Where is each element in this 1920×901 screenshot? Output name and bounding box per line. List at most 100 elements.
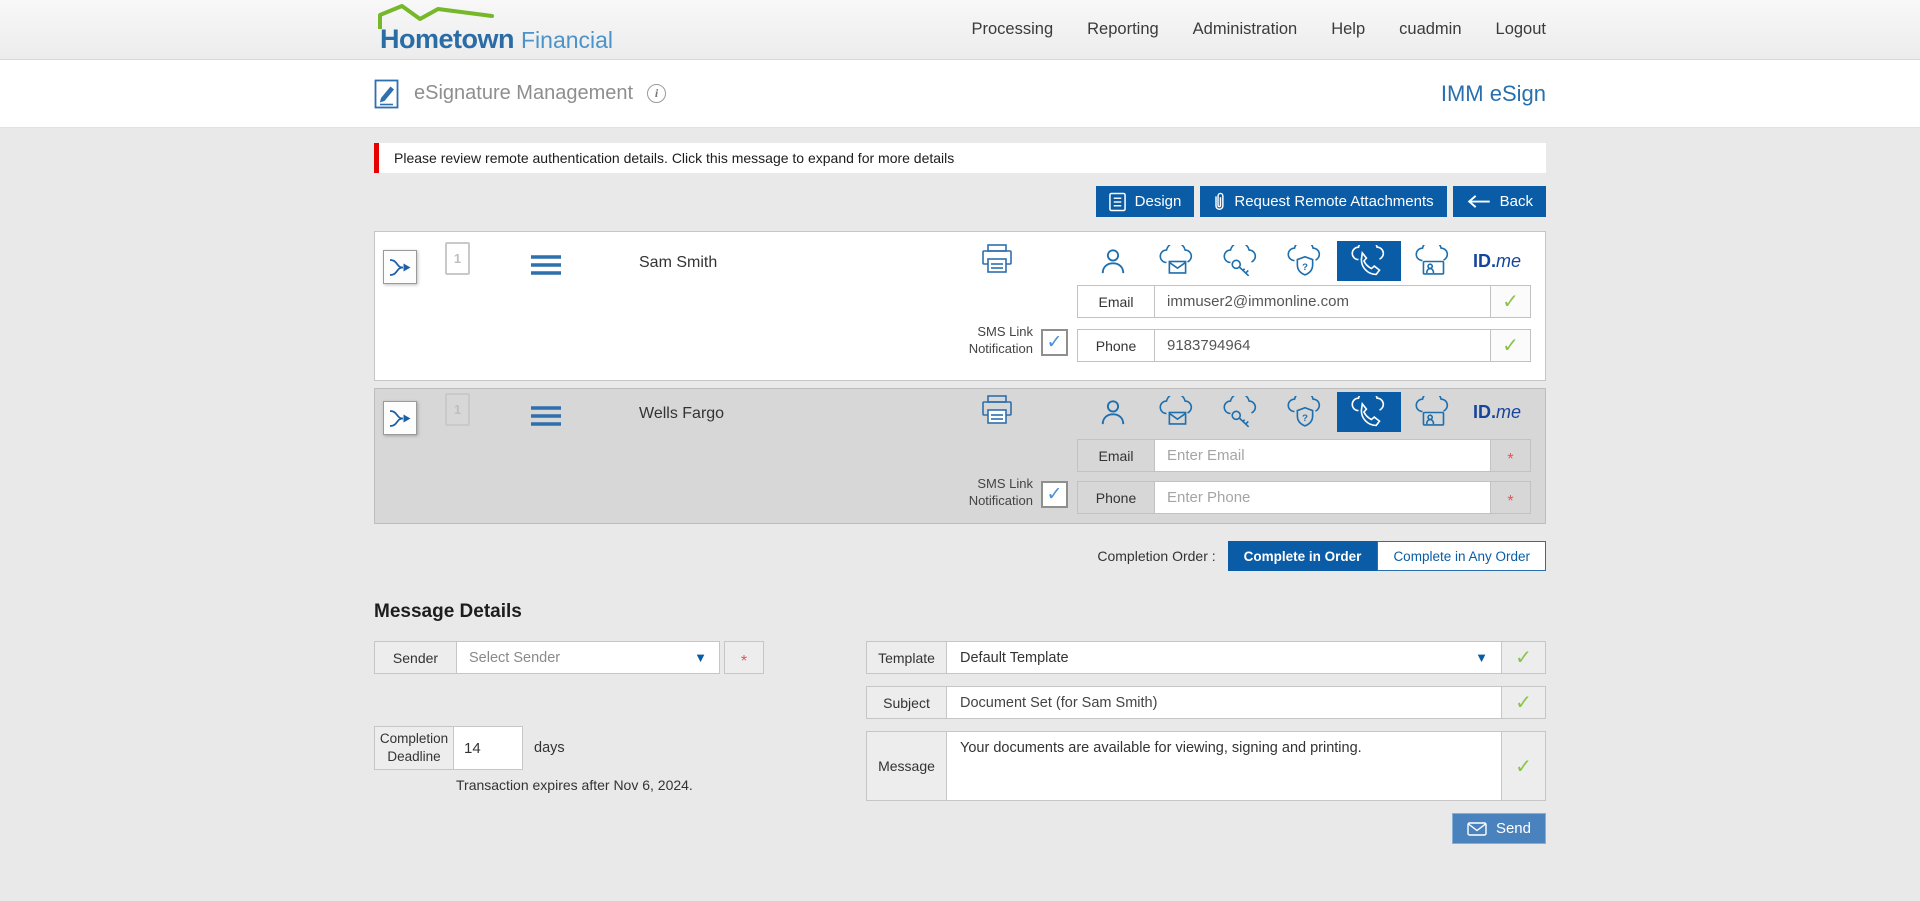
message-row: Message Your documents are available for…: [866, 731, 1546, 801]
completion-deadline-row: Completion Deadline days: [374, 726, 846, 770]
idme-bold: ID.: [1472, 250, 1496, 271]
info-icon[interactable]: i: [647, 84, 667, 103]
template-select[interactable]: Default Template ▼: [947, 642, 1501, 673]
message-textarea[interactable]: Your documents are available for viewing…: [947, 732, 1501, 800]
printer-icon[interactable]: [981, 244, 1013, 279]
request-remote-attachments-button[interactable]: Request Remote Attachments: [1200, 186, 1447, 217]
svg-text:?: ?: [1302, 413, 1308, 424]
subject-valid-status: ✓: [1501, 687, 1545, 718]
back-button[interactable]: Back: [1452, 186, 1546, 217]
template-row: Template Default Template ▼ ✓: [866, 641, 1546, 674]
recipient-name: Sam Smith: [639, 254, 718, 271]
nav-item-help[interactable]: Help: [1331, 20, 1365, 39]
sms-link-notification-label: SMS Link Notification: [968, 324, 1033, 356]
document-count: 1: [453, 251, 462, 266]
days-label: days: [534, 740, 565, 756]
phone-input[interactable]: [1155, 482, 1490, 513]
phone-label: Phone: [1078, 482, 1155, 513]
kba-auth-icon[interactable]: ?: [1273, 241, 1337, 281]
required-asterisk: *: [740, 652, 748, 670]
page-title: eSignature Management: [414, 82, 634, 104]
complete-in-order-button[interactable]: Complete in Order: [1227, 541, 1378, 571]
id-verification-icon[interactable]: [1401, 392, 1465, 432]
nav-links: Processing Reporting Administration Help…: [972, 20, 1547, 39]
kba-auth-icon[interactable]: ?: [1273, 392, 1337, 432]
design-button-label: Design: [1134, 193, 1182, 210]
password-auth-icon[interactable]: [1209, 392, 1273, 432]
auth-method-toolbar: ? ID.me: [1081, 241, 1529, 281]
document-count-icon: 1: [445, 393, 470, 426]
merge-recipient-button[interactable]: [383, 401, 417, 435]
reorder-handle-icon[interactable]: [531, 254, 561, 281]
required-asterisk: *: [1507, 492, 1514, 510]
recipient-panel-sam-smith: 1 Sam Smith ? ID.me Email immuser2@immon…: [374, 231, 1546, 381]
request-remote-attachments-label: Request Remote Attachments: [1234, 193, 1434, 210]
printer-icon[interactable]: [981, 395, 1013, 430]
in-person-signer-icon[interactable]: [1081, 392, 1145, 432]
nav-item-logout[interactable]: Logout: [1496, 20, 1546, 39]
product-name: IMM eSign: [1440, 80, 1546, 106]
send-envelope-icon: [1467, 821, 1487, 836]
merge-arrow-icon: [389, 259, 411, 276]
email-delivery-icon[interactable]: [1145, 392, 1209, 432]
nav-item-processing[interactable]: Processing: [972, 20, 1054, 39]
nav-item-user[interactable]: cuadmin: [1399, 20, 1461, 39]
reorder-handle-icon[interactable]: [531, 405, 561, 432]
sender-row: Sender Select Sender ▼ *: [374, 641, 846, 674]
checkbox-check-icon: ✓: [1046, 484, 1063, 505]
email-input[interactable]: [1155, 440, 1490, 471]
check-icon: ✓: [1515, 755, 1532, 778]
check-icon: ✓: [1502, 335, 1519, 357]
nav-item-reporting[interactable]: Reporting: [1087, 20, 1159, 39]
phone-required-status: *: [1490, 482, 1530, 513]
message-details-heading: Message Details: [374, 601, 522, 622]
sms-link-notification-label: SMS Link Notification: [968, 476, 1033, 508]
idme-logo[interactable]: ID.me: [1465, 241, 1529, 281]
template-label: Template: [867, 642, 947, 673]
sender-required-status: *: [724, 641, 764, 674]
sms-notification-checkbox[interactable]: ✓: [1041, 329, 1068, 356]
brand-logo[interactable]: Hometown Financial: [374, 2, 634, 58]
idme-italic: me: [1496, 401, 1522, 422]
alert-banner[interactable]: Please review remote authentication deta…: [374, 143, 1546, 173]
checkbox-check-icon: ✓: [1046, 332, 1063, 353]
merge-recipient-button[interactable]: [383, 250, 417, 284]
nav-item-administration[interactable]: Administration: [1193, 20, 1298, 39]
esignature-doc-icon: [374, 79, 399, 108]
complete-in-any-order-button[interactable]: Complete in Any Order: [1377, 541, 1546, 571]
document-count: 1: [453, 402, 462, 417]
email-label: Email: [1078, 440, 1155, 471]
check-icon: ✓: [1515, 692, 1532, 714]
phone-input[interactable]: [1155, 330, 1490, 361]
brand-suffix: Financial: [521, 26, 614, 53]
design-button[interactable]: Design: [1095, 186, 1195, 217]
send-button-label: Send: [1495, 820, 1531, 837]
chevron-down-icon: ▼: [1475, 650, 1488, 665]
sender-label: Sender: [375, 642, 457, 673]
subject-input[interactable]: [947, 687, 1501, 718]
id-verification-icon[interactable]: [1401, 241, 1465, 281]
top-nav-bar: Hometown Financial Processing Reporting A…: [0, 0, 1920, 60]
password-auth-icon[interactable]: [1209, 241, 1273, 281]
completion-deadline-input[interactable]: [454, 727, 522, 769]
page-header: eSignature Management i IMM eSign: [0, 60, 1920, 128]
sender-placeholder: Select Sender: [469, 649, 561, 666]
in-person-signer-icon[interactable]: [1081, 241, 1145, 281]
idme-bold: ID.: [1472, 401, 1496, 422]
brand-name: Hometown: [380, 23, 515, 54]
sender-select[interactable]: Select Sender ▼: [457, 642, 719, 673]
sms-notification-checkbox[interactable]: ✓: [1041, 481, 1068, 508]
email-delivery-icon[interactable]: [1145, 241, 1209, 281]
sms-auth-icon[interactable]: [1337, 241, 1401, 281]
action-toolbar: Design Request Remote Attachments Back: [374, 186, 1546, 217]
phone-field-row: Phone ✓: [1077, 329, 1531, 362]
idme-logo[interactable]: ID.me: [1465, 392, 1529, 432]
email-input[interactable]: [1155, 286, 1490, 317]
email-valid-status: ✓: [1490, 286, 1530, 317]
phone-valid-status: ✓: [1490, 330, 1530, 361]
chevron-down-icon: ▼: [694, 650, 707, 665]
subject-row: Subject ✓: [866, 686, 1546, 719]
paperclip-icon: [1215, 192, 1224, 210]
sms-auth-icon[interactable]: [1337, 392, 1401, 432]
send-button[interactable]: Send: [1451, 813, 1546, 844]
